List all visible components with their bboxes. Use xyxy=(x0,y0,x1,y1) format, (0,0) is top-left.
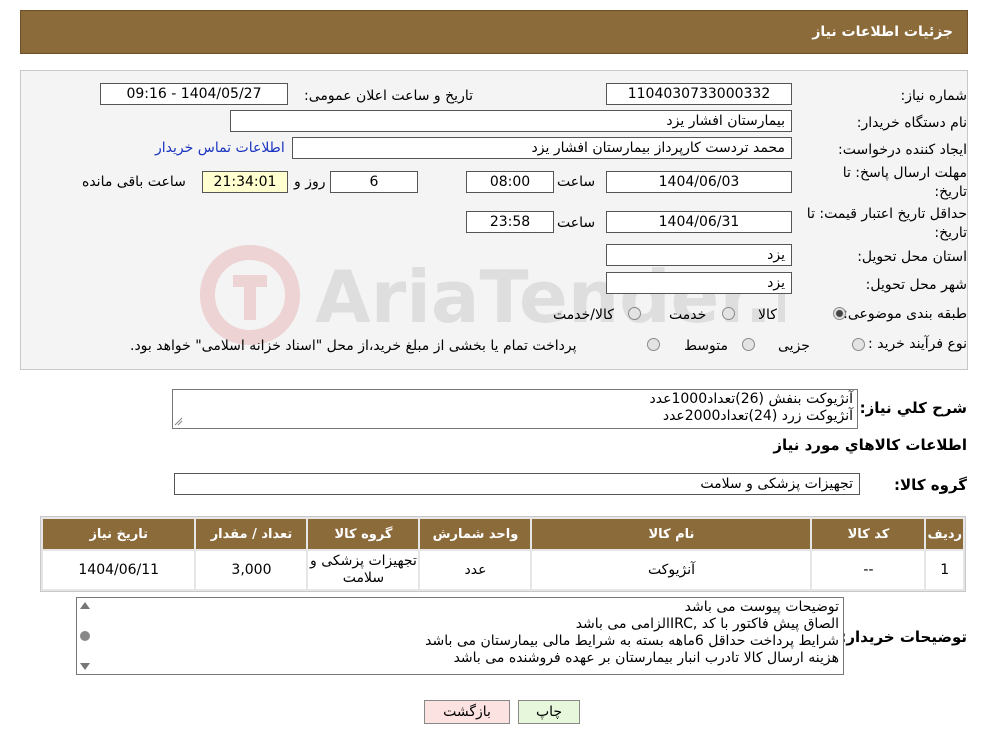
buyer-notes-line: توضیحات پیوست می باشد xyxy=(684,599,839,615)
category-label: طبقه بندی موضوعی: xyxy=(843,306,967,322)
response-deadline-time-label: ساعت xyxy=(557,174,596,190)
resize-grip-icon[interactable] xyxy=(174,417,183,426)
scroll-thumb-icon[interactable] xyxy=(80,631,90,641)
buyer-notes-scrollbar[interactable] xyxy=(76,598,94,674)
buyer-notes-line: هزینه ارسال کالا تادرب انبار بیمارستان ب… xyxy=(453,650,839,666)
response-deadline-time-field: 08:00 xyxy=(466,171,554,193)
need-number-field: 1104030733000332 xyxy=(606,83,792,105)
summary-line: آنژیوکت زرد (24)تعداد2000عدد xyxy=(662,408,853,424)
cell-item-group: تجهیزات پزشکی و سلامت xyxy=(308,551,419,589)
buyer-notes-line: الصاق پیش فاکتور با کد ,IRCالزامی می باش… xyxy=(575,616,839,632)
response-deadline-date-field: 1404/06/03 xyxy=(606,171,792,193)
watermark-text: AriaTender.neT xyxy=(315,255,785,339)
buyer-contact-link[interactable]: اطلاعات تماس خریدار xyxy=(155,138,285,158)
category-goods-radio[interactable] xyxy=(833,307,846,320)
summary-textarea[interactable]: آنژیوکت بنفش (26)تعداد1000عدد آنژیوکت زر… xyxy=(172,389,858,429)
scroll-up-arrow-icon[interactable] xyxy=(80,602,90,609)
cell-need-date: 1404/06/11 xyxy=(43,551,195,589)
category-service-radio[interactable] xyxy=(722,307,735,320)
summary-label: شرح کلي نياز: xyxy=(859,399,967,417)
purchase-type-minor-radio[interactable] xyxy=(852,338,865,351)
col-header-quantity: تعداد / مقدار xyxy=(196,519,307,549)
remaining-days-label: روز و xyxy=(294,174,326,190)
requester-label: ایجاد کننده درخواست: xyxy=(838,142,967,158)
col-header-item-code: کد کالا xyxy=(812,519,925,549)
buyer-org-field: بیمارستان افشار یزد xyxy=(230,110,792,132)
city-label: شهر محل تحویل: xyxy=(865,277,967,293)
requester-field: محمد تردست کارپرداز بیمارستان افشار یزد xyxy=(292,137,792,159)
cell-item-name: آنژیوکت xyxy=(532,551,811,589)
cell-unit: عدد xyxy=(420,551,531,589)
buyer-notes-textarea[interactable]: توضیحات پیوست می باشد الصاق پیش فاکتور ب… xyxy=(76,597,844,675)
page-title: جزئیات اطلاعات نیاز xyxy=(812,24,953,40)
purchase-type-label: نوع فرآیند خرید : xyxy=(868,336,967,352)
col-header-item-name: نام کالا xyxy=(532,519,811,549)
col-header-need-date: تاریخ نیاز xyxy=(43,519,195,549)
purchase-type-medium-label: متوسط xyxy=(684,338,728,354)
price-validity-label-line2: تاریخ: xyxy=(934,225,967,241)
remaining-time-field: 21:34:01 xyxy=(202,171,288,193)
scroll-down-arrow-icon[interactable] xyxy=(80,663,90,670)
response-deadline-label-line2: تاریخ: xyxy=(934,184,967,200)
purchase-type-medium-radio[interactable] xyxy=(742,338,755,351)
announce-datetime-label: تاریخ و ساعت اعلان عمومی: xyxy=(304,88,473,104)
purchase-type-minor-label: جزیی xyxy=(778,338,810,354)
cell-quantity: 3,000 xyxy=(196,551,307,589)
table-header-row: رديف کد کالا نام کالا واحد شمارش گروه کا… xyxy=(43,519,963,549)
cell-item-code: -- xyxy=(812,551,925,589)
item-group-field: تجهیزات پزشکی و سلامت xyxy=(174,473,860,495)
cell-row-number: 1 xyxy=(926,551,963,589)
item-group-label: گروه کالا: xyxy=(894,476,967,494)
remaining-days-field: 6 xyxy=(330,171,418,193)
buyer-notes-label: توضیحات خریدار: xyxy=(840,628,967,646)
announce-datetime-field: 1404/05/27 - 09:16 xyxy=(100,83,288,105)
col-header-unit: واحد شمارش xyxy=(420,519,531,549)
category-goods-service-label: کالا/خدمت xyxy=(553,307,614,323)
buyer-org-label: نام دستگاه خریدار: xyxy=(856,115,967,131)
province-label: استان محل تحویل: xyxy=(857,249,967,265)
remaining-time-label: ساعت باقی مانده xyxy=(82,174,186,190)
treasury-payment-checkbox[interactable] xyxy=(647,338,660,351)
back-button[interactable]: بازگشت xyxy=(424,700,510,724)
price-validity-time-label: ساعت xyxy=(557,215,596,231)
items-section-title: اطلاعات کالاهاي مورد نياز xyxy=(773,436,967,454)
treasury-payment-note: پرداخت تمام یا بخشی از مبلغ خرید،از محل … xyxy=(130,338,577,354)
price-validity-time-field: 23:58 xyxy=(466,211,554,233)
page-header: جزئیات اطلاعات نیاز xyxy=(20,10,968,54)
price-validity-date-field: 1404/06/31 xyxy=(606,211,792,233)
buyer-notes-line: شرایط پرداخت حداقل 6ماهه بسته به شرایط م… xyxy=(425,633,839,649)
category-goods-label: کالا xyxy=(758,307,777,323)
province-field: یزد xyxy=(606,244,792,266)
city-field: یزد xyxy=(606,272,792,294)
price-validity-label-line1: حداقل تاریخ اعتبار قیمت: تا xyxy=(806,206,967,222)
col-header-item-group: گروه کالا xyxy=(308,519,419,549)
print-button[interactable]: چاپ xyxy=(518,700,580,724)
col-header-row-number: رديف xyxy=(926,519,963,549)
category-goods-service-radio[interactable] xyxy=(628,307,641,320)
summary-line: آنژیوکت بنفش (26)تعداد1000عدد xyxy=(649,391,853,407)
response-deadline-label-line1: مهلت ارسال پاسخ: تا xyxy=(842,165,967,181)
category-service-label: خدمت xyxy=(669,307,707,323)
items-table: رديف کد کالا نام کالا واحد شمارش گروه کا… xyxy=(40,516,966,592)
watermark-emblem-icon xyxy=(200,245,300,345)
need-number-label: شماره نیاز: xyxy=(900,88,968,104)
table-row: 1 -- آنژیوکت عدد تجهیزات پزشکی و سلامت 3… xyxy=(43,551,963,589)
